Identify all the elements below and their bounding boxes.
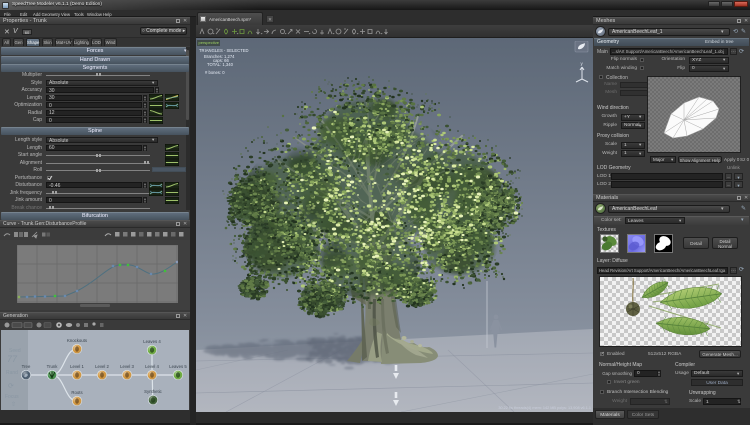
svg-text:Level 1: Level 1 [70, 364, 84, 369]
svg-text:77: 77 [7, 354, 18, 364]
svg-text:Level 2: Level 2 [95, 364, 109, 369]
svg-text:Trunk: Trunk [47, 364, 59, 369]
svg-text:Tree: Tree [22, 364, 31, 369]
svg-text:Leaves 4: Leaves 4 [143, 339, 161, 344]
svg-text:Synthetic: Synthetic [144, 389, 163, 394]
svg-text:⇧: ⇧ [11, 401, 16, 408]
svg-text:Focus: Focus [5, 394, 19, 400]
svg-text:Rand: Rand [6, 370, 18, 376]
svg-text:Level 4: Level 4 [145, 364, 159, 369]
svg-text:Leaves 5: Leaves 5 [169, 364, 187, 369]
svg-text:Knockouts: Knockouts [67, 338, 87, 343]
svg-text:Roots: Roots [71, 390, 82, 395]
svg-text:⟳: ⟳ [8, 383, 14, 390]
svg-text:Level 3: Level 3 [120, 364, 134, 369]
